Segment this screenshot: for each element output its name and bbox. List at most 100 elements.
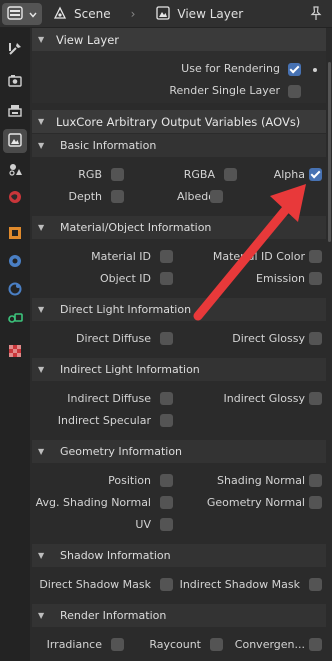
aov-checkbox-alpha[interactable] (309, 168, 322, 181)
chevron-down-icon: ▼ (38, 611, 45, 620)
editor-type-button[interactable] (2, 3, 42, 25)
tab-physics[interactable] (3, 306, 27, 330)
aov-checkbox-object-id[interactable] (160, 272, 173, 285)
tab-texture[interactable] (3, 340, 27, 364)
subpanel-render-header[interactable]: ▼ Render Information (32, 604, 326, 627)
aov-label: Position (108, 474, 151, 487)
aov-label: Object ID (99, 272, 151, 285)
decorator-dot (313, 68, 317, 72)
aov-label: Shading Normal (217, 474, 305, 487)
render-single-layer-label: Render Single Layer (169, 84, 280, 97)
aov-label: Convergen... (234, 638, 305, 651)
properties-editor-icon (7, 5, 23, 23)
aov-label: Direct Shadow Mask (39, 578, 151, 591)
panel-aovs-header[interactable]: ▼ LuxCore Arbitrary Output Variables (AO… (32, 110, 326, 133)
use-for-rendering-checkbox[interactable] (288, 63, 301, 76)
aov-checkbox-albedo[interactable] (210, 190, 223, 203)
subpanel-title: Shadow Information (60, 549, 171, 562)
view-layer-icon (6, 131, 24, 152)
aov-checkbox-rgba[interactable] (224, 168, 237, 181)
tab-output[interactable] (3, 100, 27, 124)
aov-checkbox-depth[interactable] (111, 190, 124, 203)
subpanel-geometry-header[interactable]: ▼ Geometry Information (32, 440, 326, 463)
tool-icon (6, 40, 24, 61)
aov-checkbox-position[interactable] (160, 474, 173, 487)
subpanel-title: Basic Information (60, 139, 157, 152)
chevron-down-icon: ▼ (38, 35, 45, 44)
aov-label: Direct Diffuse (75, 332, 151, 345)
chevron-down-icon: ▼ (38, 365, 45, 374)
aov-label: Material ID (91, 250, 151, 263)
breadcrumb: Scene › View Layer (52, 0, 243, 28)
panel-title: LuxCore Arbitrary Output Variables (AOVs… (56, 114, 301, 129)
particles-icon (6, 280, 24, 301)
properties-tab-bar (0, 28, 30, 661)
pin-icon[interactable] (309, 6, 323, 25)
render-icon (6, 72, 24, 93)
subpanel-basic-header[interactable]: ▼ Basic Information (32, 134, 326, 157)
properties-header: Scene › View Layer (0, 0, 332, 28)
aov-checkbox-convergence[interactable] (309, 638, 322, 651)
world-icon (6, 188, 24, 209)
aov-label: Indirect Specular (57, 414, 151, 427)
subpanel-shadow-header[interactable]: ▼ Shadow Information (32, 544, 326, 567)
aov-checkbox-indirect-diffuse[interactable] (160, 392, 173, 405)
use-for-rendering-label: Use for Rendering (181, 62, 280, 75)
subpanel-direct-light-header[interactable]: ▼ Direct Light Information (32, 298, 326, 321)
tab-world[interactable] (3, 186, 27, 210)
aov-checkbox-direct-glossy[interactable] (309, 332, 322, 345)
breadcrumb-scene[interactable]: Scene (74, 7, 111, 21)
tab-object[interactable] (3, 222, 27, 246)
tab-scene[interactable] (3, 158, 27, 182)
aov-checkbox-material-id[interactable] (160, 250, 173, 263)
scrollbar[interactable] (328, 62, 331, 242)
aov-checkbox-avg-shading-normal[interactable] (160, 496, 173, 509)
tab-particles[interactable] (3, 278, 27, 302)
aov-label: Indirect Shadow Mask (179, 578, 300, 591)
modifier-icon (6, 252, 24, 273)
output-icon (6, 102, 24, 123)
breadcrumb-separator: › (130, 7, 136, 21)
aov-checkbox-uv[interactable] (160, 518, 173, 531)
aov-checkbox-geometry-normal[interactable] (309, 496, 322, 509)
tab-render[interactable] (3, 70, 27, 94)
aov-label: Raycount (149, 638, 201, 651)
chevron-down-icon: ▼ (38, 447, 45, 456)
aov-label: Indirect Glossy (223, 392, 305, 405)
aov-label: Alpha (273, 168, 305, 181)
tab-view-layer[interactable] (3, 129, 27, 153)
subpanel-material-header[interactable]: ▼ Material/Object Information (32, 216, 326, 239)
texture-icon (6, 342, 24, 363)
aov-label: Indirect Diffuse (67, 392, 151, 405)
breadcrumb-view-layer[interactable]: View Layer (177, 7, 243, 21)
aov-label: UV (135, 518, 151, 531)
aov-checkbox-direct-shadow-mask[interactable] (160, 578, 173, 591)
aov-checkbox-indirect-glossy[interactable] (309, 392, 322, 405)
aov-label: Avg. Shading Normal (35, 496, 151, 509)
scene-icon (52, 5, 68, 24)
chevron-down-icon: ▼ (38, 141, 45, 150)
aov-checkbox-direct-diffuse[interactable] (160, 332, 173, 345)
panel-view-layer-header[interactable]: ▼ View Layer (32, 28, 326, 51)
tab-modifier[interactable] (3, 250, 27, 274)
chevron-down-icon (29, 8, 37, 21)
aov-checkbox-indirect-specular[interactable] (160, 414, 173, 427)
aov-checkbox-material-id-color[interactable] (309, 250, 322, 263)
aov-label: Direct Glossy (232, 332, 305, 345)
object-icon (6, 224, 24, 245)
subpanel-indirect-light-header[interactable]: ▼ Indirect Light Information (32, 358, 326, 381)
aov-label: RGBA (183, 168, 215, 181)
aov-checkbox-indirect-shadow-mask[interactable] (309, 578, 322, 591)
render-single-layer-checkbox[interactable] (288, 85, 301, 98)
tab-tool[interactable] (3, 38, 27, 62)
aov-label: Geometry Normal (206, 496, 305, 509)
aov-checkbox-shading-normal[interactable] (309, 474, 322, 487)
aov-checkbox-irradiance[interactable] (111, 638, 124, 651)
chevron-down-icon: ▼ (38, 551, 45, 560)
chevron-down-icon: ▼ (38, 305, 45, 314)
aov-checkbox-rgb[interactable] (111, 168, 124, 181)
aov-checkbox-raycount[interactable] (210, 638, 223, 651)
subpanel-title: Indirect Light Information (60, 363, 200, 376)
panel-title: View Layer (56, 32, 120, 47)
aov-checkbox-emission[interactable] (309, 272, 322, 285)
